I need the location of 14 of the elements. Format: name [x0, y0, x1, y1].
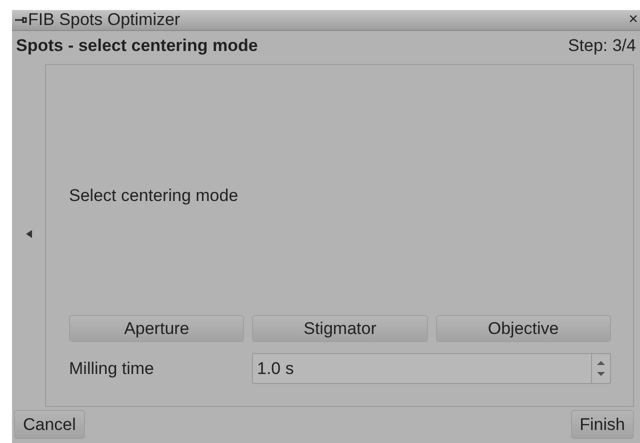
close-button[interactable]: ×: [628, 10, 640, 30]
mode-button[interactable]: Stigmator: [252, 315, 428, 342]
step-indicator: Step: 3/4: [568, 36, 636, 56]
page-title: Spots - select centering mode: [16, 36, 258, 56]
mode-button[interactable]: Aperture: [69, 315, 244, 342]
prompt-text: Select centering mode: [69, 186, 238, 206]
pin-icon[interactable]: [15, 16, 27, 24]
milling-time-spinbox[interactable]: 1.0 s: [252, 353, 611, 384]
cancel-button[interactable]: Cancel: [14, 410, 85, 439]
finish-button[interactable]: Finish: [570, 410, 634, 439]
field-label: Milling time: [69, 358, 156, 378]
mode-button[interactable]: Objective: [436, 315, 611, 342]
back-arrow-icon[interactable]: [26, 230, 32, 238]
window-title: FIB Spots Optimizer: [28, 10, 182, 30]
